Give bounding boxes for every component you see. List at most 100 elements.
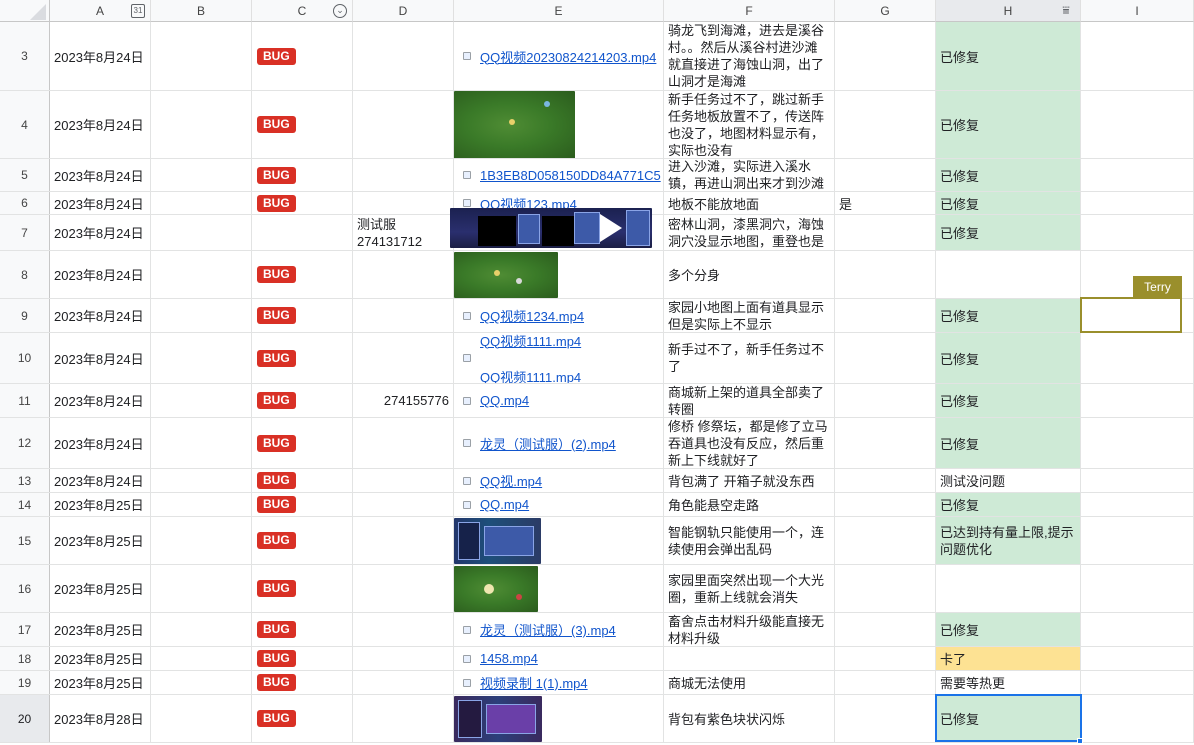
cell-i[interactable] xyxy=(1081,469,1194,492)
tag-cell[interactable]: BUG xyxy=(252,333,353,383)
file-link[interactable]: QQ视频20230824214203.mp4 xyxy=(480,47,656,66)
cell-d[interactable] xyxy=(353,91,454,158)
cell-i[interactable] xyxy=(1081,517,1194,564)
status-cell[interactable]: 已修复 xyxy=(936,159,1081,191)
column-header-a[interactable]: A 31 xyxy=(50,0,151,22)
cell-g[interactable] xyxy=(835,613,936,646)
tag-cell[interactable]: BUG xyxy=(252,613,353,646)
cell-d[interactable] xyxy=(353,192,454,214)
column-header-b[interactable]: B xyxy=(151,0,252,22)
bug-chip[interactable]: BUG xyxy=(257,194,296,212)
file-link[interactable]: QQ.mp4 xyxy=(480,497,529,512)
description-cell[interactable]: 修桥 修祭坛，都是修了立马吞道具也没有反应，然后重新上下线就好了 xyxy=(664,418,835,468)
status-cell[interactable]: 已修复 xyxy=(936,91,1081,158)
row-number[interactable]: 3 xyxy=(0,22,50,90)
cell-b[interactable] xyxy=(151,671,252,694)
cell-i[interactable] xyxy=(1081,671,1194,694)
file-link[interactable]: 1B3EB8D058150DD84A771C5 xyxy=(480,168,661,183)
column-header-c[interactable]: C ⌄ xyxy=(252,0,353,22)
date-cell[interactable]: 2023年8月24日 xyxy=(50,192,151,214)
row-number[interactable]: 5 xyxy=(0,159,50,191)
cell-g[interactable] xyxy=(835,493,936,516)
row-number[interactable]: 9 xyxy=(0,299,50,332)
status-cell[interactable]: 已修复 xyxy=(936,418,1081,468)
fill-handle[interactable] xyxy=(1077,738,1083,744)
file-link[interactable]: QQ视频1234.mp4 xyxy=(480,306,584,325)
cell-g[interactable]: 是 xyxy=(835,192,936,214)
attachment-cell[interactable]: QQ.mp4 xyxy=(454,493,664,516)
row-number[interactable]: 19 xyxy=(0,671,50,694)
chevron-down-icon[interactable]: ⌄ xyxy=(333,4,347,18)
row-number[interactable]: 18 xyxy=(0,647,50,670)
cell-b[interactable] xyxy=(151,493,252,516)
file-link[interactable]: QQ视频1111.mp4 xyxy=(480,367,581,384)
date-cell[interactable]: 2023年8月25日 xyxy=(50,493,151,516)
date-cell[interactable]: 2023年8月24日 xyxy=(50,418,151,468)
attachment-cell[interactable]: QQ视频1111.mp4 QQ视频1111.mp4 xyxy=(454,333,664,383)
description-cell[interactable]: 多个分身 xyxy=(664,251,835,298)
cell-b[interactable] xyxy=(151,384,252,417)
attachment-cell[interactable]: QQ视.mp4 xyxy=(454,469,664,492)
cell-i[interactable] xyxy=(1081,159,1194,191)
attachment-cell[interactable]: QQ视频20230824214203.mp4 xyxy=(454,22,664,90)
attachment-cell[interactable]: 1458.mp4 xyxy=(454,647,664,670)
attachment-cell[interactable] xyxy=(454,251,664,298)
cell-b[interactable] xyxy=(151,251,252,298)
screenshot-thumbnail[interactable] xyxy=(454,566,538,612)
status-cell[interactable]: 测试没问题 xyxy=(936,469,1081,492)
row-number[interactable]: 10 xyxy=(0,333,50,383)
cell-d[interactable] xyxy=(353,333,454,383)
cell-g[interactable] xyxy=(835,215,936,250)
cell-d[interactable] xyxy=(353,22,454,90)
description-cell[interactable]: 进入沙滩，实际进入溪水镇，再进山洞出来才到沙滩 xyxy=(664,159,835,191)
cell-d[interactable] xyxy=(353,469,454,492)
cell-i[interactable] xyxy=(1081,22,1194,90)
tag-cell[interactable]: BUG xyxy=(252,671,353,694)
cell-d[interactable] xyxy=(353,159,454,191)
file-link[interactable]: QQ视.mp4 xyxy=(480,471,542,490)
date-cell[interactable]: 2023年8月24日 xyxy=(50,251,151,298)
tag-cell[interactable] xyxy=(252,215,353,250)
status-cell[interactable]: 需要等热更 xyxy=(936,671,1081,694)
cell-g[interactable] xyxy=(835,671,936,694)
description-cell[interactable]: 新手过不了，新手任务过不了 xyxy=(664,333,835,383)
row-number[interactable]: 8 xyxy=(0,251,50,298)
date-cell[interactable]: 2023年8月24日 xyxy=(50,91,151,158)
bug-chip[interactable]: BUG xyxy=(257,166,296,184)
screenshot-thumbnail[interactable] xyxy=(454,696,542,742)
cell-g[interactable] xyxy=(835,251,936,298)
date-cell[interactable]: 2023年8月25日 xyxy=(50,517,151,564)
cell-i[interactable] xyxy=(1081,333,1194,383)
date-cell[interactable]: 2023年8月24日 xyxy=(50,159,151,191)
tag-cell[interactable]: BUG xyxy=(252,299,353,332)
cell-i[interactable] xyxy=(1081,647,1194,670)
description-cell[interactable]: 商城无法使用 xyxy=(664,671,835,694)
cell-b[interactable] xyxy=(151,91,252,158)
attachment-cell[interactable] xyxy=(454,695,664,742)
status-cell[interactable] xyxy=(936,565,1081,612)
bug-chip[interactable]: BUG xyxy=(257,650,296,667)
bug-chip[interactable]: BUG xyxy=(257,674,296,691)
tag-cell[interactable]: BUG xyxy=(252,159,353,191)
column-header-h[interactable]: H ⩸ xyxy=(936,0,1081,22)
cell-b[interactable] xyxy=(151,647,252,670)
bug-chip[interactable]: BUG xyxy=(257,434,296,452)
cell-d[interactable] xyxy=(353,493,454,516)
column-header-d[interactable]: D xyxy=(353,0,454,22)
cell-b[interactable] xyxy=(151,469,252,492)
cell-b[interactable] xyxy=(151,159,252,191)
bug-chip[interactable]: BUG xyxy=(257,532,296,549)
row-number[interactable]: 15 xyxy=(0,517,50,564)
description-cell[interactable]: 智能钢轨只能使用一个，连续使用会弹出乱码 xyxy=(664,517,835,564)
status-cell[interactable]: 已修复 xyxy=(936,192,1081,214)
cell-g[interactable] xyxy=(835,647,936,670)
attachment-cell[interactable] xyxy=(450,208,664,250)
status-cell[interactable]: 已修复 xyxy=(936,22,1081,90)
tag-cell[interactable]: BUG xyxy=(252,517,353,564)
cell-i[interactable] xyxy=(1081,493,1194,516)
date-cell[interactable]: 2023年8月25日 xyxy=(50,647,151,670)
tag-cell[interactable]: BUG xyxy=(252,192,353,214)
cell-d[interactable] xyxy=(353,647,454,670)
file-link[interactable]: QQ视频1111.mp4 xyxy=(480,333,581,350)
tag-cell[interactable]: BUG xyxy=(252,469,353,492)
